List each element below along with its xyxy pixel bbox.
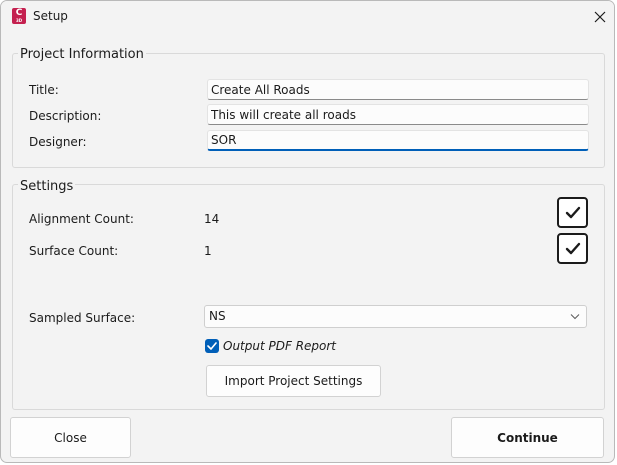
- sampled-surface-value: NS: [209, 309, 226, 323]
- app-icon-subtext: 3D: [15, 18, 23, 23]
- output-pdf-label: Output PDF Report: [223, 339, 337, 353]
- description-field[interactable]: [207, 104, 589, 125]
- chevron-down-icon: [570, 314, 580, 320]
- alignment-count-label: Alignment Count:: [29, 212, 134, 226]
- checkmark-icon: [565, 242, 580, 255]
- designer-label: Designer:: [29, 135, 87, 149]
- sampled-surface-dropdown[interactable]: NS: [204, 305, 587, 328]
- description-label: Description:: [29, 109, 102, 123]
- setup-dialog: C 3D Setup Project Information Title: De…: [0, 0, 615, 463]
- alignment-checkbox[interactable]: [557, 197, 588, 228]
- checkmark-icon: [207, 342, 217, 350]
- app-icon-letter: C: [15, 8, 23, 18]
- alignment-count-value: 14: [204, 212, 220, 226]
- checkmark-icon: [565, 206, 580, 219]
- continue-button[interactable]: Continue: [451, 417, 604, 458]
- designer-field[interactable]: [207, 130, 589, 151]
- title-field[interactable]: [207, 79, 589, 100]
- surface-count-value: 1: [204, 244, 212, 258]
- civil-3d-app-icon: C 3D: [12, 8, 26, 24]
- close-button[interactable]: Close: [10, 417, 131, 458]
- window-title: Setup: [33, 9, 68, 23]
- surface-checkbox[interactable]: [557, 233, 588, 264]
- sampled-surface-label: Sampled Surface:: [29, 311, 136, 325]
- surface-count-label: Surface Count:: [29, 244, 119, 258]
- project-information-legend: Project Information: [18, 47, 146, 62]
- output-pdf-checkbox[interactable]: [205, 339, 219, 353]
- title-label: Title:: [29, 83, 59, 97]
- close-icon[interactable]: [590, 7, 610, 27]
- title-bar: C 3D Setup: [1, 1, 614, 32]
- settings-legend: Settings: [18, 179, 76, 194]
- import-project-settings-button[interactable]: Import Project Settings: [206, 365, 381, 397]
